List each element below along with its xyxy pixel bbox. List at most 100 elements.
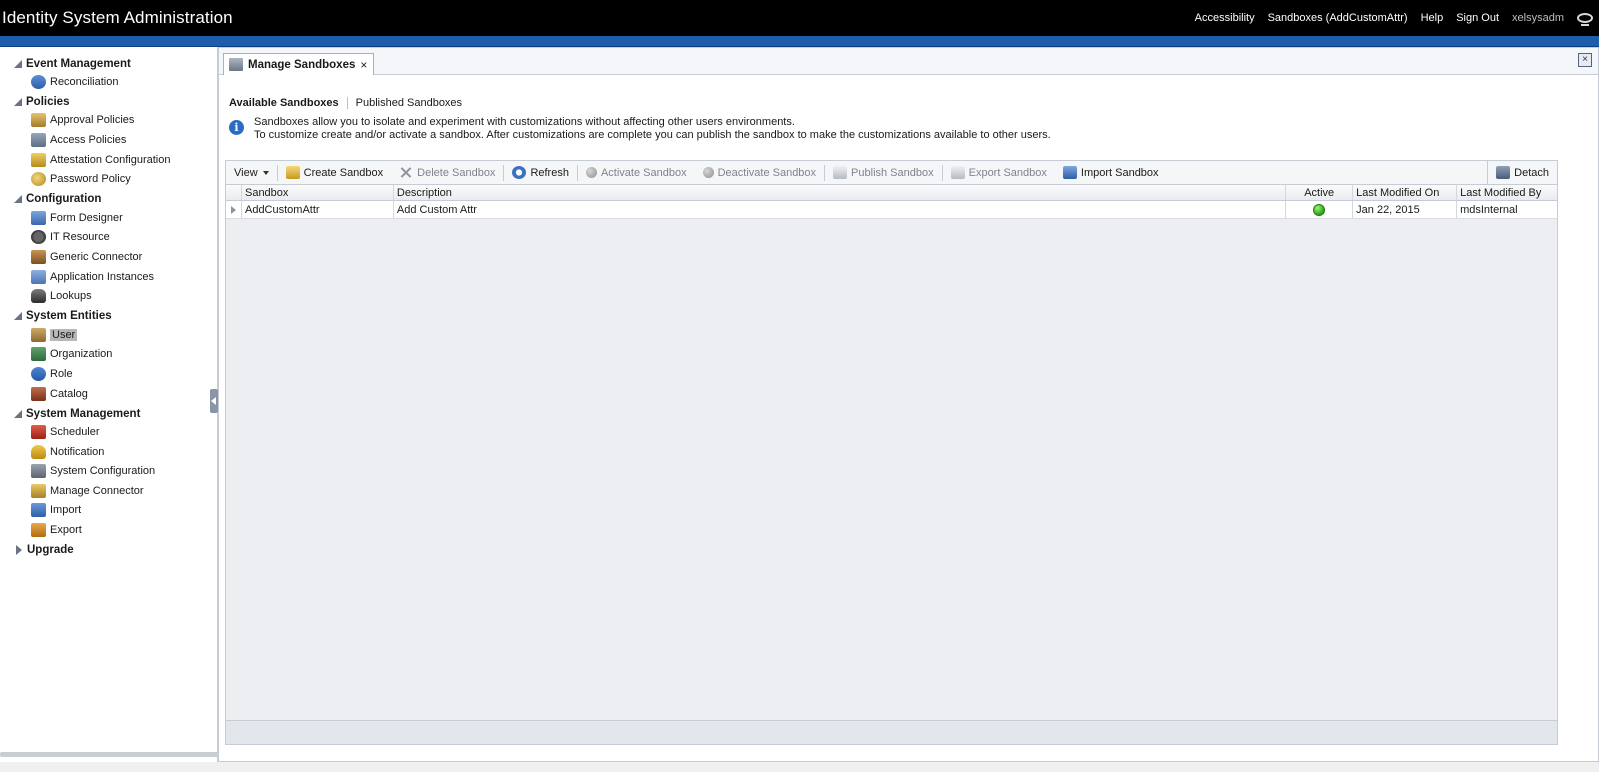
tab-strip: Manage Sandboxes × ×	[219, 48, 1598, 75]
nav-item-scheduler[interactable]: Scheduler	[0, 422, 217, 442]
column-header-description[interactable]: Description	[394, 185, 1287, 200]
nav-item-role[interactable]: Role	[0, 364, 217, 384]
info-message: i Sandboxes allow you to isolate and exp…	[229, 116, 1051, 142]
activate-sandbox-button[interactable]: Activate Sandbox	[578, 161, 695, 185]
export-sandbox-button[interactable]: Export Sandbox	[943, 161, 1055, 185]
nav-item-import[interactable]: Import	[0, 501, 217, 521]
cell-active	[1286, 201, 1354, 218]
nav-item-export[interactable]: Export	[0, 520, 217, 540]
reconciliation-icon	[31, 74, 46, 89]
cell-sandbox: AddCustomAttr	[242, 201, 394, 218]
nav-item-approval-policies[interactable]: Approval Policies	[0, 111, 217, 131]
nav-item-catalog[interactable]: Catalog	[0, 384, 217, 404]
import-icon	[1062, 166, 1077, 179]
nav-group-policies: Policies Approval Policies Access Polici…	[0, 94, 217, 189]
table-row[interactable]: AddCustomAttr Add Custom Attr Jan 22, 20…	[226, 201, 1557, 219]
import-icon	[31, 503, 46, 518]
sign-out-link[interactable]: Sign Out	[1456, 12, 1499, 24]
nav-item-access-policies[interactable]: Access Policies	[0, 130, 217, 150]
nav-group-configuration: Configuration Form Designer IT Resource …	[0, 191, 217, 306]
sandbox-subtabs: Available Sandboxes Published Sandboxes	[229, 97, 462, 109]
column-header-last-modified-on[interactable]: Last Modified On	[1353, 185, 1458, 200]
nav-group-header[interactable]: System Management	[0, 405, 217, 422]
cell-last-modified-on: Jan 22, 2015	[1353, 201, 1458, 218]
create-sandbox-button[interactable]: Create Sandbox	[278, 161, 392, 185]
nav-group-event-management: Event Management Reconciliation	[0, 55, 217, 92]
delete-x-icon	[399, 166, 413, 179]
column-header-sandbox[interactable]: Sandbox	[242, 185, 394, 200]
cell-last-modified-by: mdsInternal	[1460, 203, 1518, 216]
table-toolbar: View Create Sandbox Delete Sandbox Refre…	[226, 160, 1557, 185]
column-header-active[interactable]: Active	[1286, 185, 1354, 200]
activate-dot-icon	[585, 167, 597, 178]
tab-published-sandboxes[interactable]: Published Sandboxes	[348, 97, 462, 109]
view-menu-button[interactable]: View	[226, 161, 277, 185]
nav-item-lookups[interactable]: Lookups	[0, 286, 217, 306]
left-navigation: Event Management Reconciliation Policies…	[0, 47, 218, 762]
access-policy-icon	[31, 132, 46, 147]
nav-item-generic-connector[interactable]: Generic Connector	[0, 247, 217, 267]
nav-item-notification[interactable]: Notification	[0, 442, 217, 462]
export-icon	[950, 166, 965, 179]
column-header-last-modified-by[interactable]: Last Modified By	[1457, 185, 1557, 200]
role-icon	[31, 366, 46, 381]
refresh-button[interactable]: Refresh	[504, 161, 577, 185]
username: xelsysadm	[1512, 12, 1564, 24]
nav-group-header[interactable]: Upgrade	[0, 542, 217, 559]
nav-group-header[interactable]: System Entities	[0, 308, 217, 325]
nav-item-it-resource[interactable]: IT Resource	[0, 228, 217, 248]
chevron-down-icon	[262, 170, 269, 175]
nav-group-header[interactable]: Configuration	[0, 191, 217, 208]
accessibility-link[interactable]: Accessibility	[1195, 12, 1255, 24]
sandbox-table-region: View Create Sandbox Delete Sandbox Refre…	[225, 160, 1558, 745]
tab-manage-sandboxes[interactable]: Manage Sandboxes ×	[223, 53, 374, 75]
info-line-2: To customize create and/or activate a sa…	[254, 129, 1051, 141]
row-expand-toggle[interactable]	[226, 201, 242, 218]
global-links: Accessibility Sandboxes (AddCustomAttr) …	[1195, 12, 1599, 26]
nav-item-password-policy[interactable]: Password Policy	[0, 169, 217, 189]
bell-icon	[31, 444, 46, 459]
catalog-book-icon	[31, 386, 46, 401]
nav-group-header[interactable]: Policies	[0, 94, 217, 111]
nav-item-attestation-configuration[interactable]: Attestation Configuration	[0, 150, 217, 170]
tab-available-sandboxes[interactable]: Available Sandboxes	[229, 97, 348, 109]
collapse-pane-handle[interactable]	[210, 389, 218, 413]
nav-group-header[interactable]: Event Management	[0, 55, 217, 72]
nav-group-system-entities: System Entities User Organization Role C…	[0, 308, 217, 403]
nav-item-manage-connector[interactable]: Manage Connector	[0, 481, 217, 501]
sandboxes-link[interactable]: Sandboxes (AddCustomAttr)	[1268, 12, 1408, 24]
top-bar: Identity System Administration Accessibi…	[0, 0, 1599, 36]
nav-item-system-configuration[interactable]: System Configuration	[0, 462, 217, 482]
main-panel: Manage Sandboxes × × Available Sandboxes…	[218, 47, 1599, 762]
approval-policy-icon	[31, 113, 46, 128]
organization-icon	[31, 347, 46, 362]
close-panel-icon[interactable]: ×	[1578, 53, 1592, 67]
oracle-logo-icon	[1577, 13, 1593, 26]
expanded-triangle-icon	[14, 59, 22, 68]
close-icon[interactable]: ×	[360, 58, 367, 72]
expanded-triangle-icon	[14, 195, 22, 204]
nav-item-user[interactable]: User	[0, 325, 217, 345]
deactivate-sandbox-button[interactable]: Deactivate Sandbox	[695, 161, 824, 185]
gear-icon	[31, 230, 46, 245]
accent-bar	[0, 36, 1599, 47]
cell-description: Add Custom Attr	[394, 201, 1287, 218]
nav-item-reconciliation[interactable]: Reconciliation	[0, 72, 217, 92]
delete-sandbox-button[interactable]: Delete Sandbox	[391, 161, 503, 185]
folder-connector-icon	[31, 483, 46, 498]
wrench-icon	[31, 464, 46, 479]
help-link[interactable]: Help	[1421, 12, 1444, 24]
table-footer	[226, 720, 1557, 744]
nav-item-form-designer[interactable]: Form Designer	[0, 208, 217, 228]
active-status-icon	[1313, 203, 1326, 216]
nav-item-organization[interactable]: Organization	[0, 345, 217, 365]
detach-button[interactable]: Detach	[1487, 160, 1557, 185]
publish-sandbox-button[interactable]: Publish Sandbox	[825, 161, 942, 185]
expanded-triangle-icon	[14, 409, 22, 418]
collapsed-triangle-icon	[16, 545, 22, 556]
scheduler-calendar-icon	[31, 425, 46, 440]
info-line-1: Sandboxes allow you to isolate and exper…	[254, 116, 795, 128]
attestation-icon	[31, 152, 46, 167]
nav-item-application-instances[interactable]: Application Instances	[0, 267, 217, 287]
import-sandbox-button[interactable]: Import Sandbox	[1055, 161, 1167, 185]
